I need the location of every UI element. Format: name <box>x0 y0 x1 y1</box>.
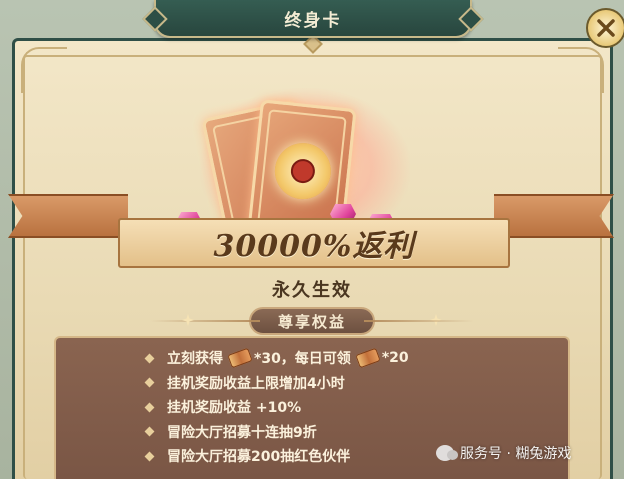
ribbon-tail-right <box>494 194 614 238</box>
benefit-text: 冒险大厅招募200抽红色伙伴 <box>167 449 351 466</box>
list-item: 立刻获得 *30，每日可领 *20 <box>144 346 568 371</box>
watermark: 服务号 · 糊兔游戏 <box>436 443 571 463</box>
corner-ornament-right <box>558 47 604 93</box>
bullet-icon <box>144 451 155 462</box>
benefit-text: 挂机奖励收益上限增加4小时 <box>167 375 345 392</box>
list-item: 挂机奖励收益 +10% <box>144 395 568 420</box>
ribbon-tail-left <box>8 194 128 238</box>
benefit-prefix: 立刻获得 <box>167 351 223 368</box>
watermark-text: 服务号 · 糊兔游戏 <box>460 446 572 462</box>
duration-text: 永久生效 <box>272 280 352 301</box>
bullet-icon <box>144 353 155 364</box>
wechat-icon <box>436 445 458 461</box>
benefit-amount: *30，每日可领 <box>254 351 351 368</box>
sparkle-icon <box>182 314 194 326</box>
divider-line <box>150 320 260 322</box>
list-item: 冒险大厅招募十连抽9折 <box>144 420 568 445</box>
benefit-text: 冒险大厅招募十连抽9折 <box>167 424 317 441</box>
bullet-icon <box>144 402 155 413</box>
scroll-ticket-icon <box>227 347 253 369</box>
scroll-ticket-icon <box>355 347 381 369</box>
title-bar: 终身卡 <box>142 0 484 38</box>
rebate-text: 30000%返利 <box>213 229 415 264</box>
benefit-amount: *20 <box>381 350 409 367</box>
page-title: 终身卡 <box>284 10 342 31</box>
corner-ornament-left <box>21 47 67 93</box>
benefits-header: 尊享权益 <box>150 306 474 336</box>
benefits-title: 尊享权益 <box>249 307 375 335</box>
list-item: 挂机奖励收益上限增加4小时 <box>144 371 568 396</box>
rebate-banner: 30000%返利 <box>118 218 510 268</box>
bullet-icon <box>144 377 155 388</box>
bullet-icon <box>144 426 155 437</box>
close-button[interactable] <box>586 8 624 48</box>
benefit-text: 挂机奖励收益 +10% <box>167 400 302 417</box>
close-icon <box>597 19 615 37</box>
divider-line <box>364 320 474 322</box>
